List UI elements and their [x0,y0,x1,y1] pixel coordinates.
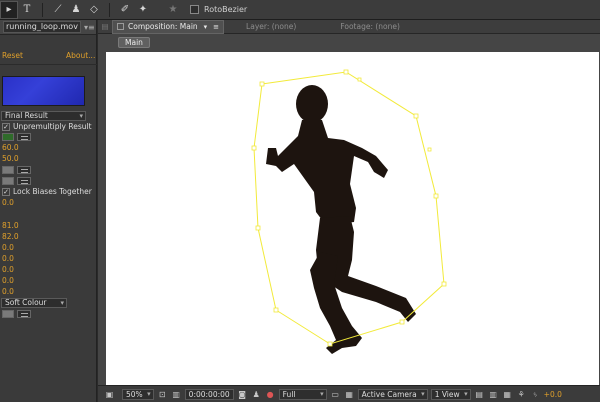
always-preview-icon[interactable]: ▣ [104,389,115,400]
lock-biases-checkbox-row[interactable]: ✓ Lock Biases Together [2,187,92,196]
lock-biases-checkbox[interactable]: ✓ [2,187,10,196]
chevron-down-icon[interactable]: ▾ [204,23,208,31]
view-layout-dropdown[interactable]: 1 View [430,388,471,400]
value-field[interactable]: 50.0 [2,154,19,164]
lock-biases-label: Lock Biases Together [13,187,92,196]
brush-tool-button[interactable]: ⟋ [49,1,67,19]
tools-toolbar: ▸ T ⟋ ♟ ◇ ✐ ✦ ★ RotoBezier [0,0,600,20]
viewer-footer-bar: ▣ 50% ⊡ ▥ 0:00:00:00 ◙ ♟ ● Full ▭ ▦ Acti… [98,385,600,402]
toolbar-divider [42,2,43,17]
resolution-dropdown[interactable]: Full [278,388,327,400]
eraser-tool-button[interactable]: ◇ [85,1,103,19]
tab-composition-label: Composition: Main [128,22,198,31]
camera-view-dropdown[interactable]: Active Camera [357,388,428,400]
star-tool-button[interactable]: ★ [164,1,182,19]
blend-mode-dropdown[interactable]: Soft Colour [1,298,67,308]
rotobezier-label: RotoBezier [204,5,248,14]
toolbar-divider [109,2,110,17]
divider [0,64,97,65]
brush-icon: ⟋ [54,4,62,15]
exposure-icon[interactable]: ᛃ [530,389,541,400]
tab-footage[interactable]: Footage: (none) [336,20,404,34]
value-field[interactable]: 60.0 [2,143,19,153]
exposure-value[interactable]: +0.0 [544,390,562,399]
region-of-interest-icon[interactable]: ▭ [330,389,341,400]
composition-panel: ▤ Composition: Main ▾ ≡ Layer: (none) Fo… [98,19,600,402]
star-icon: ★ [168,4,178,15]
panel-grip-icon: ▤ [101,22,109,31]
eyedropper-button[interactable] [17,310,31,318]
eyedropper-button[interactable] [17,177,31,185]
value-field[interactable]: 0.0 [2,265,14,275]
color-swatch-gray[interactable] [2,166,14,174]
timeline-icon[interactable]: ▦ [502,389,513,400]
unpremultiply-checkbox[interactable]: ✓ [2,122,10,131]
value-field[interactable]: 0.0 [2,276,14,286]
type-tool-icon: T [23,4,31,15]
tab-layer-label: Layer: (none) [246,22,297,31]
puppet-pin-icon: ✦ [138,4,148,15]
transparency-grid-icon[interactable]: ▦ [344,389,355,400]
composition-viewer[interactable] [106,52,599,402]
selection-arrow-icon: ▸ [6,4,12,15]
roto-brush-tool-button[interactable]: ✐ [116,1,134,19]
unpremultiply-checkbox-row[interactable]: ✓ Unpremultiply Result [2,122,92,131]
breadcrumb-main[interactable]: Main [118,36,150,48]
about-link[interactable]: About... [66,51,95,61]
effect-preview-swatch [2,76,85,106]
layer-selector-dropdown[interactable]: running_loop.mov [3,21,81,33]
grid-icon[interactable]: ▥ [171,389,182,400]
rotobezier-checkbox[interactable] [190,5,199,14]
comp-breadcrumb-bar: Main [98,34,600,50]
selection-tool-button[interactable]: ▸ [0,0,18,19]
tab-composition[interactable]: Composition: Main ▾ ≡ [112,19,225,34]
clone-stamp-tool-button[interactable]: ♟ [67,1,85,19]
magnification-dropdown[interactable]: 50% [122,388,154,400]
value-field[interactable]: 0.0 [2,287,14,297]
color-swatch-gray[interactable] [2,177,14,185]
viewer-tabs: ▤ Composition: Main ▾ ≡ Layer: (none) Fo… [98,19,600,34]
current-time-field[interactable]: 0:00:00:00 [184,388,234,400]
effect-controls-header: running_loop.mov ▾≡ [0,20,96,35]
show-snapshot-icon[interactable]: ♟ [251,389,262,400]
snapshot-icon[interactable]: ◙ [237,389,248,400]
view-dropdown[interactable]: Final Result [1,111,86,121]
clone-stamp-icon: ♟ [71,4,81,15]
value-field[interactable]: 81.0 [2,221,19,231]
eyedropper-button[interactable] [17,133,31,141]
tab-footage-label: Footage: (none) [340,22,400,31]
flowchart-icon[interactable]: ⚘ [516,389,527,400]
roto-brush-icon: ✐ [120,4,130,15]
color-swatch-gray[interactable] [2,310,14,318]
channel-icon[interactable]: ● [265,389,276,400]
unpremultiply-label: Unpremultiply Result [13,122,92,131]
tab-layer[interactable]: Layer: (none) [242,20,300,34]
lock-icon [117,23,124,30]
effect-controls-panel: running_loop.mov ▾≡ Reset About... Final… [0,20,97,402]
fast-previews-icon[interactable]: ▥ [488,389,499,400]
viewer-canvas [251,69,447,354]
toggle-pixel-aspect-icon[interactable]: ▤ [474,389,485,400]
type-tool-button[interactable]: T [18,1,36,19]
value-field[interactable]: 0.0 [2,254,14,264]
safe-margins-icon[interactable]: ⊡ [157,389,168,400]
panel-menu-icon[interactable]: ▾≡ [84,23,95,32]
reset-link[interactable]: Reset [2,51,23,61]
eraser-icon: ◇ [90,4,98,15]
puppet-pin-tool-button[interactable]: ✦ [134,1,152,19]
eyedropper-button[interactable] [17,166,31,174]
runner-silhouette [266,85,416,354]
color-swatch-green[interactable] [2,133,14,141]
value-field[interactable]: 82.0 [2,232,19,242]
panel-menu-icon[interactable]: ≡ [213,23,219,31]
value-field[interactable]: 0.0 [2,198,14,208]
value-field[interactable]: 0.0 [2,243,14,253]
